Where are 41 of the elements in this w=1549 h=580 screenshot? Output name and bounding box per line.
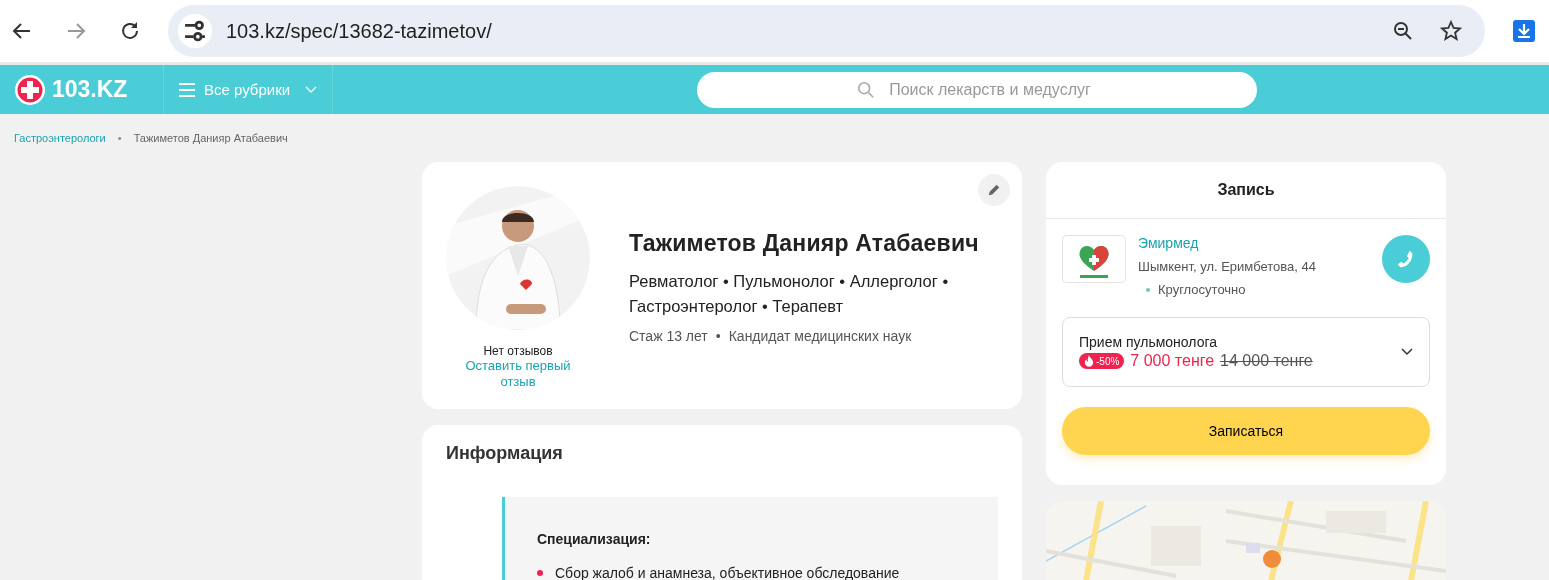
address-bar[interactable]: 103.kz/spec/13682-tazimetov/ — [168, 5, 1485, 57]
categories-menu[interactable]: Все рубрики — [164, 65, 334, 114]
old-price: 14 000 тенге — [1220, 352, 1313, 370]
list-item: Сбор жалоб и анамнеза, объективное обследование — [555, 565, 900, 580]
chevron-icon — [305, 85, 318, 94]
logo-cross-icon[interactable] — [14, 73, 46, 106]
logo-text[interactable]: 103.KZ — [52, 76, 128, 103]
service-name: Прием пульмонолога — [1079, 334, 1219, 350]
price: 7 000 тенге — [1130, 352, 1215, 370]
book-button[interactable]: Записаться — [1062, 407, 1430, 455]
opening-hours: Круглосуточно — [1158, 282, 1246, 297]
separator-dot: • — [117, 132, 122, 144]
download-icon[interactable] — [1512, 19, 1536, 43]
pencil-icon — [987, 183, 1001, 197]
service-select[interactable]: Прием пульмонолога -50% 7 000 тенге 14 000 тенге — [1062, 317, 1430, 387]
breadcrumb-current: Тажиметов Данияр Атабаевич — [133, 132, 288, 144]
booking-title: Запись — [1046, 162, 1446, 219]
specialization-heading: Специализация: — [537, 531, 652, 547]
star-icon[interactable] — [1439, 19, 1463, 43]
clinic-name-link[interactable]: Эмирмед — [1138, 235, 1370, 251]
edit-button[interactable] — [978, 174, 1010, 206]
specialties: Ревматолог • Пульмонолог • Аллерголог • Гастроэнтеролог • Терапевт — [629, 271, 950, 317]
menu-icon — [179, 82, 195, 97]
experience: Стаж 13 лет — [629, 328, 708, 344]
url-text: 103.kz/spec/13682-tazimetov/ — [226, 19, 493, 43]
section-title: Информация — [446, 443, 564, 464]
reviews-status: Нет отзывов — [483, 344, 553, 358]
degree: Кандидат медицинских наук — [728, 328, 912, 344]
breadcrumb-link[interactable]: Гастроэнтерологи — [14, 132, 106, 144]
search-icon — [857, 80, 876, 99]
clinic-logo-icon — [1062, 235, 1126, 283]
review-link[interactable]: Оставить первый отзыв — [458, 358, 578, 390]
discount-badge: -50% — [1079, 353, 1125, 369]
chevron-icon — [1401, 348, 1413, 356]
separator-dot: • — [715, 328, 721, 344]
doctor-name: Тажиметов Данияр Атабаевич — [629, 230, 979, 257]
clinic-address: Шымкент, ул. Еримбетова, 44 — [1138, 259, 1317, 274]
flame-icon — [1084, 355, 1094, 367]
bullet-icon — [537, 570, 543, 576]
open-status-dot — [1146, 287, 1150, 292]
search-field[interactable]: Поиск лекарств и медуслуг — [697, 71, 1258, 108]
